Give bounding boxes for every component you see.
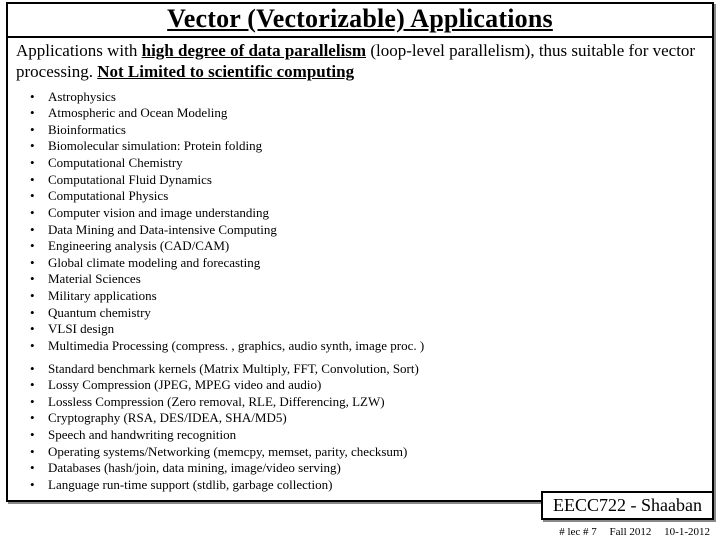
bullet-icon: • [30, 377, 48, 394]
bullet-icon: • [30, 238, 48, 255]
page-title: Vector (Vectorizable) Applications [16, 4, 704, 34]
list-item: •Multimedia Processing (compress. , grap… [30, 338, 704, 355]
list-item: •Bioinformatics [30, 122, 704, 139]
list-item-text: Global climate modeling and forecasting [48, 255, 704, 272]
list-item-text: Computational Physics [48, 188, 704, 205]
list-item-text: Astrophysics [48, 89, 704, 106]
list-item-text: Quantum chemistry [48, 305, 704, 322]
list-item: •Material Sciences [30, 271, 704, 288]
list-item-text: Computational Fluid Dynamics [48, 172, 704, 189]
list-item: •VLSI design [30, 321, 704, 338]
bullet-icon: • [30, 410, 48, 427]
list-item-text: Data Mining and Data-intensive Computing [48, 222, 704, 239]
list-item-text: Databases (hash/join, data mining, image… [48, 460, 704, 477]
bullet-icon: • [30, 427, 48, 444]
list-item: •Speech and handwriting recognition [30, 427, 704, 444]
lecture-number: # lec # 7 [559, 526, 597, 538]
bullet-icon: • [30, 288, 48, 305]
slide-frame: Vector (Vectorizable) Applications Appli… [6, 2, 714, 502]
application-list-primary: •Astrophysics•Atmospheric and Ocean Mode… [8, 85, 712, 355]
list-item: •Atmospheric and Ocean Modeling [30, 105, 704, 122]
bullet-icon: • [30, 205, 48, 222]
list-item-text: Military applications [48, 288, 704, 305]
bullet-icon: • [30, 477, 48, 494]
bullet-icon: • [30, 188, 48, 205]
bullet-icon: • [30, 172, 48, 189]
list-item-text: Atmospheric and Ocean Modeling [48, 105, 704, 122]
bullet-icon: • [30, 321, 48, 338]
bullet-icon: • [30, 444, 48, 461]
list-item: •Computational Chemistry [30, 155, 704, 172]
date-label: 10-1-2012 [664, 526, 710, 538]
list-item: •Data Mining and Data-intensive Computin… [30, 222, 704, 239]
subtitle: Applications with high degree of data pa… [8, 38, 712, 85]
list-item: •Global climate modeling and forecasting [30, 255, 704, 272]
bullet-icon: • [30, 222, 48, 239]
application-list-secondary: •Standard benchmark kernels (Matrix Mult… [8, 355, 712, 494]
term-label: Fall 2012 [610, 526, 652, 538]
subtitle-emph1: high degree of data parallelism [142, 41, 366, 60]
list-item-text: Lossy Compression (JPEG, MPEG video and … [48, 377, 704, 394]
course-footer-box: EECC722 - Shaaban [541, 491, 714, 520]
list-item-text: Operating systems/Networking (memcpy, me… [48, 444, 704, 461]
list-item: •Databases (hash/join, data mining, imag… [30, 460, 704, 477]
list-item: •Military applications [30, 288, 704, 305]
list-item-text: Bioinformatics [48, 122, 704, 139]
list-item: •Computational Fluid Dynamics [30, 172, 704, 189]
list-item-text: VLSI design [48, 321, 704, 338]
bullet-icon: • [30, 105, 48, 122]
bullet-icon: • [30, 460, 48, 477]
list-item-text: Computer vision and image understanding [48, 205, 704, 222]
course-label: EECC722 - Shaaban [553, 495, 702, 515]
bullet-icon: • [30, 255, 48, 272]
bullet-icon: • [30, 89, 48, 106]
list-item-text: Speech and handwriting recognition [48, 427, 704, 444]
bullet-icon: • [30, 271, 48, 288]
list-item: •Engineering analysis (CAD/CAM) [30, 238, 704, 255]
list-item: •Standard benchmark kernels (Matrix Mult… [30, 361, 704, 378]
list-item-text: Material Sciences [48, 271, 704, 288]
footer-meta: # lec # 7 Fall 2012 10-1-2012 [549, 526, 710, 538]
list-item: •Computer vision and image understanding [30, 205, 704, 222]
list-item: •Operating systems/Networking (memcpy, m… [30, 444, 704, 461]
list-item-text: Lossless Compression (Zero removal, RLE,… [48, 394, 704, 411]
subtitle-emph2: Not Limited to scientific computing [97, 62, 354, 81]
list-item-text: Cryptography (RSA, DES/IDEA, SHA/MD5) [48, 410, 704, 427]
list-item: •Lossless Compression (Zero removal, RLE… [30, 394, 704, 411]
list-item-text: Biomolecular simulation: Protein folding [48, 138, 704, 155]
list-item-text: Standard benchmark kernels (Matrix Multi… [48, 361, 704, 378]
title-container: Vector (Vectorizable) Applications [8, 4, 712, 38]
bullet-icon: • [30, 122, 48, 139]
bullet-icon: • [30, 361, 48, 378]
list-item: •Lossy Compression (JPEG, MPEG video and… [30, 377, 704, 394]
bullet-icon: • [30, 394, 48, 411]
list-item-text: Computational Chemistry [48, 155, 704, 172]
list-item-text: Engineering analysis (CAD/CAM) [48, 238, 704, 255]
bullet-icon: • [30, 155, 48, 172]
list-item: •Astrophysics [30, 89, 704, 106]
bullet-icon: • [30, 138, 48, 155]
list-item-text: Multimedia Processing (compress. , graph… [48, 338, 704, 355]
bullet-icon: • [30, 305, 48, 322]
list-item: •Cryptography (RSA, DES/IDEA, SHA/MD5) [30, 410, 704, 427]
bullet-icon: • [30, 338, 48, 355]
list-item: •Computational Physics [30, 188, 704, 205]
list-item: •Biomolecular simulation: Protein foldin… [30, 138, 704, 155]
subtitle-part1: Applications with [16, 41, 142, 60]
list-item: •Quantum chemistry [30, 305, 704, 322]
